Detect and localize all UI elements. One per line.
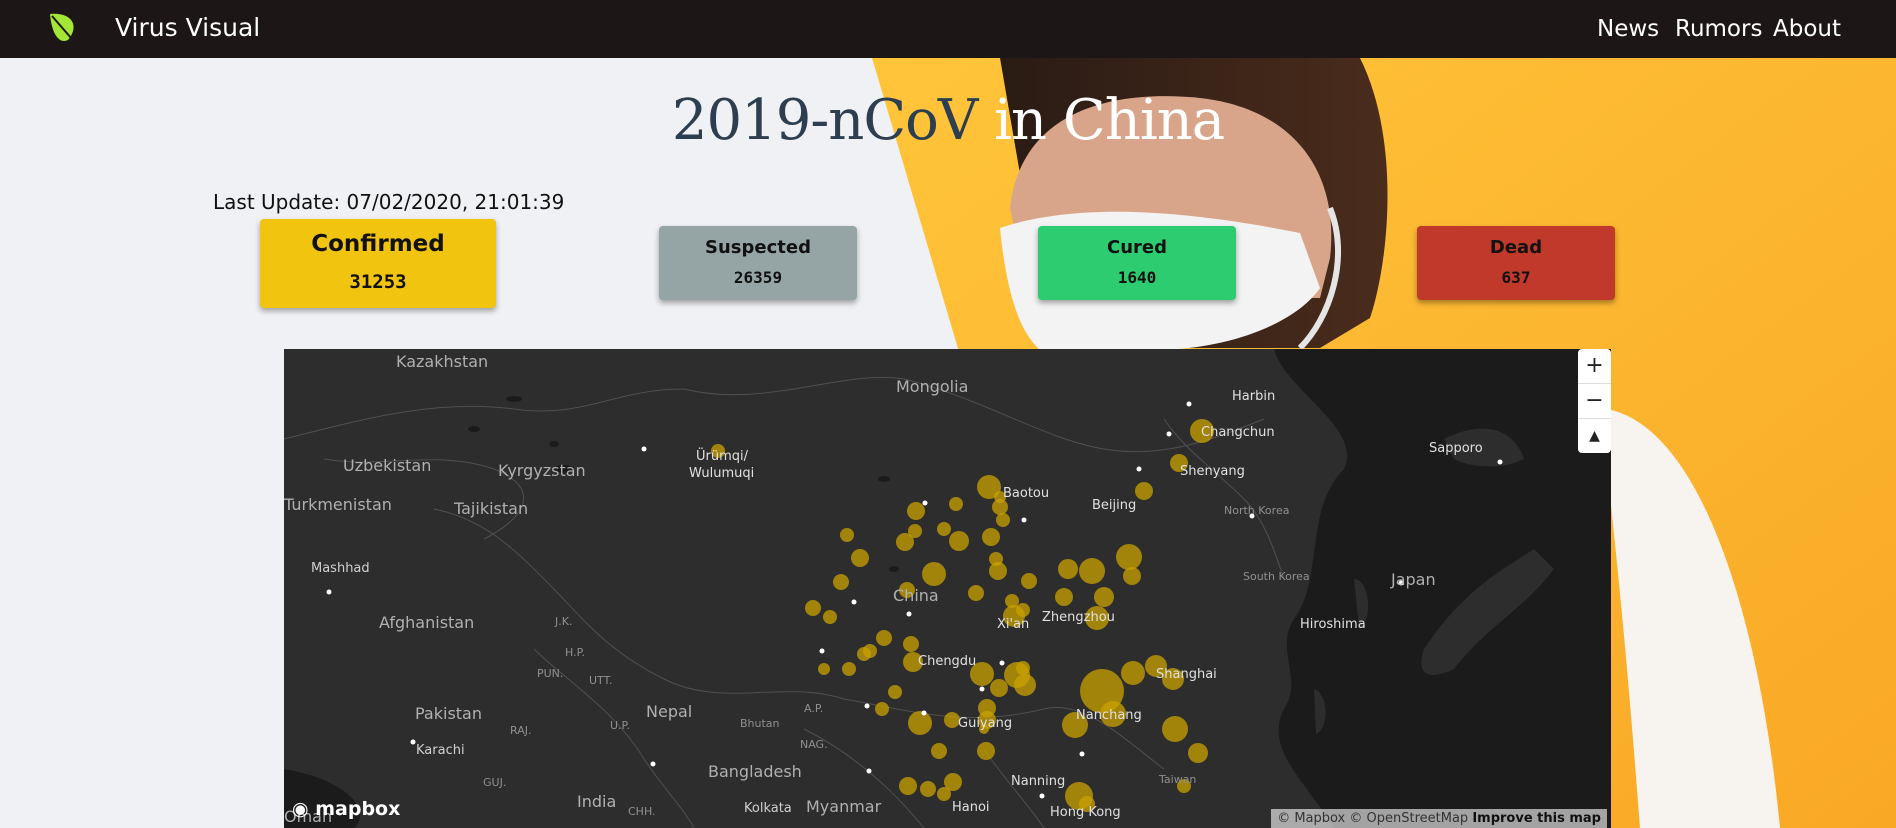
map-label-hanoi: Hanoi [952,800,990,815]
improve-map-link[interactable]: Improve this map [1472,811,1601,826]
map-label-wulumuqi: Wulumuqi [689,466,755,481]
zoom-in-button[interactable]: + [1578,349,1611,384]
map-label-up: U.P. [610,719,630,732]
title-dark: 2019-nCoV [671,88,979,153]
map-label-nanchang: Nanchang [1076,708,1142,723]
map-label-sapporo: Sapporo [1429,441,1483,456]
map-label-tajikistan: Tajikistan [454,499,529,518]
map-label-zhengzhou: Zhengzhou [1042,610,1115,625]
stat-value-dead: 637 [1501,268,1531,287]
attribution-text[interactable]: © Mapbox © OpenStreetMap [1277,811,1468,826]
stat-value-confirmed: 31253 [349,271,407,293]
mapbox-logo-icon: ◉ [292,798,309,820]
map-label-changchun: Changchun [1201,425,1275,440]
mapbox-logo[interactable]: ◉ mapbox [292,798,400,820]
nav-link-about[interactable]: About [1773,16,1841,42]
map-label-kolkata: Kolkata [744,801,792,816]
brand-name[interactable]: Virus Visual [115,13,260,42]
map-label-kazakhstan: Kazakhstan [396,352,489,371]
map-label-uzbekistan: Uzbekistan [343,456,432,475]
map-label-guiyang: Guiyang [958,716,1013,731]
map-label-guj: GUJ. [483,776,507,789]
map-label-utt: UTT. [589,674,613,687]
map-label-north-korea: North Korea [1224,504,1290,517]
map-label-nag: NAG. [800,738,828,751]
map-label-shanghai: Shanghai [1156,667,1217,682]
stat-label-dead: Dead [1489,237,1543,258]
nav-link-rumors[interactable]: Rumors [1675,16,1762,42]
map-label-beijing: Beijing [1092,498,1137,513]
map-label-mongolia: Mongolia [896,377,969,396]
map-label-afghanistan: Afghanistan [379,613,475,632]
leaf-logo-icon[interactable] [44,8,84,48]
stat-label-cured: Cured [1107,237,1167,258]
map-label-taiwan: Taiwan [1159,773,1197,786]
map-label-china: China [893,586,939,605]
map-label-xian: Xi'an [997,617,1030,632]
map-label-urumqi: Ürümqi/ [696,449,749,464]
map-label-india: India [577,792,617,811]
map-label-ap: A.P. [804,702,824,715]
navbar: Virus Visual News Rumors About [0,0,1896,58]
map-label-turkmenistan: Turkmenistan [284,495,392,514]
map-label-karachi: Karachi [416,743,465,758]
map-label-pun: PUN. [537,667,564,680]
map-label-nepal: Nepal [646,702,693,721]
stat-card-dead: Dead 637 [1417,226,1615,300]
map-label-bangladesh: Bangladesh [708,762,802,781]
map-label-mashhad: Mashhad [311,561,370,576]
map-label-hiroshima: Hiroshima [1300,617,1366,632]
map-label-myanmar: Myanmar [806,797,882,816]
map-attribution: © Mapbox © OpenStreetMap Improve this ma… [1271,809,1607,828]
map-label-raj: RAJ. [510,724,532,737]
map-label-hp: H.P. [565,646,585,659]
map-label-hongkong: Hong Kong [1050,805,1121,820]
zoom-out-button[interactable]: − [1578,384,1611,419]
map-label-bhutan: Bhutan [740,717,780,730]
stat-value-cured: 1640 [1117,268,1157,287]
map-label-kyrgyzstan: Kyrgyzstan [498,461,586,480]
stat-card-suspected: Suspected 26359 [659,226,857,300]
mapbox-logo-text: mapbox [315,798,401,820]
map-label-harbin: Harbin [1232,389,1276,404]
nav-link-news[interactable]: News [1597,16,1659,42]
page-title: 2019-nCoV in China [0,88,1896,153]
map-controls: + − ▲ [1578,349,1611,453]
map-label-south-korea: South Korea [1243,570,1310,583]
map-label-japan: Japan [1391,570,1436,589]
title-light: in China [977,88,1225,153]
stat-card-cured: Cured 1640 [1038,226,1236,300]
compass-button[interactable]: ▲ [1578,419,1611,453]
map-label-baotou: Baotou [1003,486,1050,501]
map-label-chh: CHH. [628,805,656,818]
stat-value-suspected: 26359 [733,268,783,287]
map-label-chengdu: Chengdu [918,654,977,669]
outbreak-map[interactable]: Kazakhstan Mongolia Uzbekistan Kyrgyzsta… [284,349,1611,828]
map-label-nanning: Nanning [1011,774,1066,789]
last-update-text: Last Update: 07/02/2020, 21:01:39 [213,190,565,214]
map-label-jk: J.K. [555,615,573,628]
stat-label-suspected: Suspected [705,237,811,258]
map-label-pakistan: Pakistan [415,704,482,723]
stat-card-confirmed: Confirmed 31253 [260,219,496,308]
map-label-shenyang: Shenyang [1180,464,1245,479]
stat-label-confirmed: Confirmed [311,231,445,257]
